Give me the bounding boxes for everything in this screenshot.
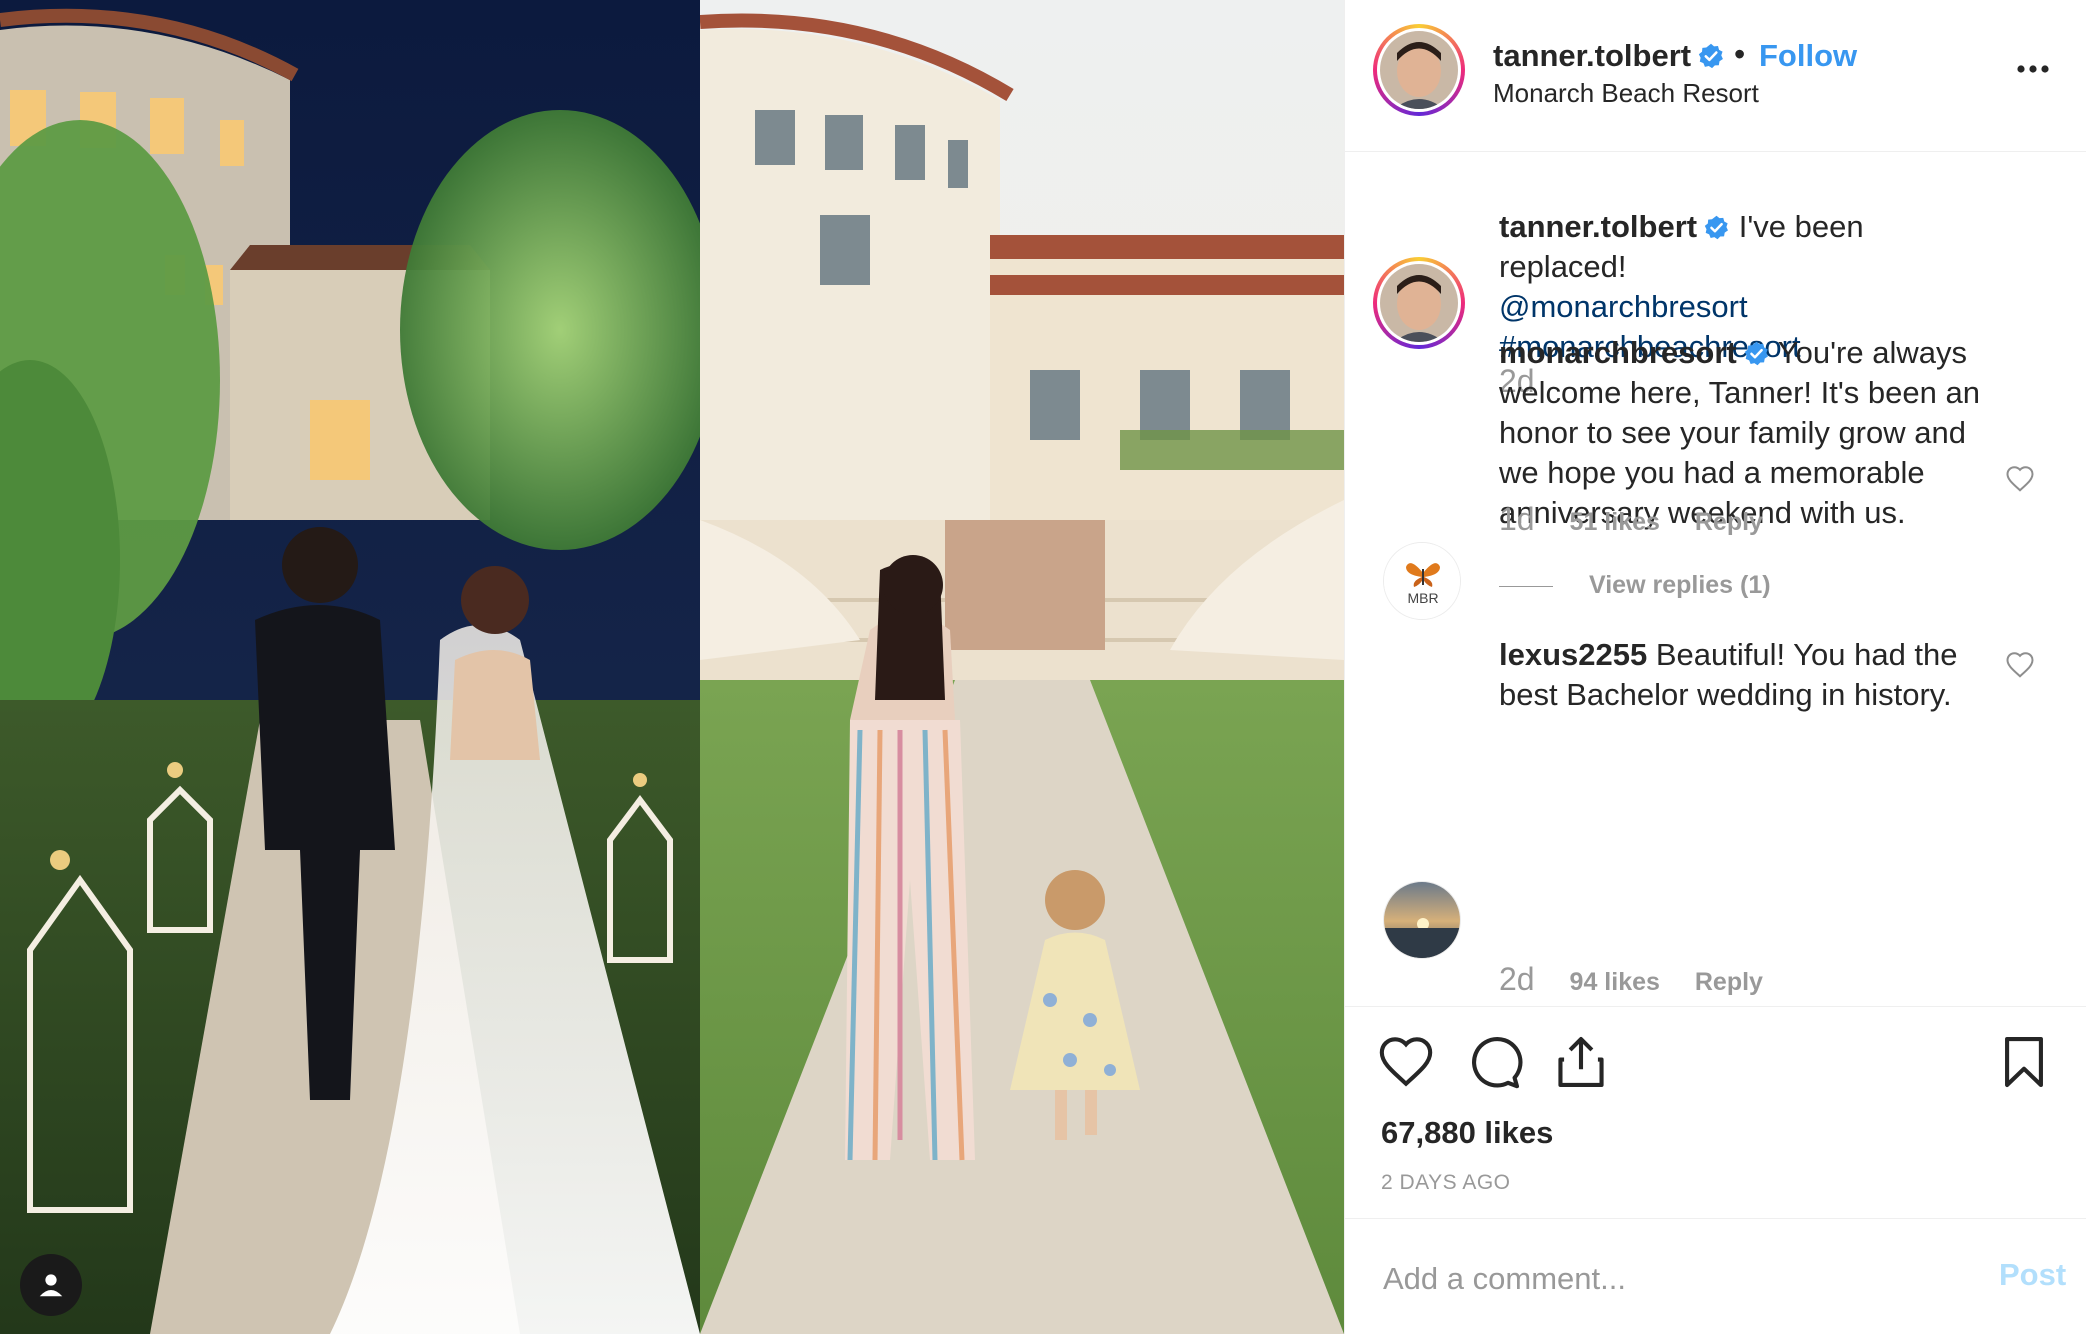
comment-username[interactable]: lexus2255 bbox=[1499, 637, 1647, 672]
bookmark-icon[interactable] bbox=[1995, 1033, 2053, 1091]
comments-section[interactable]: tanner.tolbert I've been replaced! @mona… bbox=[1345, 153, 2086, 1005]
header-separator: • bbox=[1734, 36, 1746, 72]
post-media[interactable] bbox=[0, 0, 1344, 1334]
post-location[interactable]: Monarch Beach Resort bbox=[1493, 78, 1759, 109]
comment-username[interactable]: monarchbresort bbox=[1499, 335, 1737, 370]
comment-avatar-mbr-text: MBR bbox=[1407, 590, 1438, 606]
caption-avatar[interactable] bbox=[1373, 257, 1465, 349]
comment-reply-button[interactable]: Reply bbox=[1695, 968, 1763, 996]
share-icon[interactable] bbox=[1552, 1033, 1610, 1091]
user-tag-icon bbox=[39, 1274, 63, 1297]
photo-mother-daughter bbox=[700, 0, 1344, 1334]
author-username-text[interactable]: tanner.tolbert bbox=[1493, 38, 1691, 73]
view-replies-line bbox=[1499, 585, 1553, 587]
post-actions: 67,880 likes 2 DAYS AGO bbox=[1345, 1006, 2086, 1218]
more-options-icon[interactable] bbox=[2013, 54, 2053, 84]
verified-badge-icon bbox=[1704, 215, 1729, 240]
comment-time[interactable]: 2d bbox=[1499, 961, 1535, 997]
comment-icon[interactable] bbox=[1465, 1033, 1523, 1091]
comment-reply-button[interactable]: Reply bbox=[1695, 508, 1763, 536]
caption-mention[interactable]: @monarchbresort bbox=[1499, 289, 1748, 324]
comment-like-heart-icon[interactable] bbox=[2005, 650, 2035, 680]
view-replies-button[interactable]: View replies (1) bbox=[1499, 571, 1771, 600]
comment-like-heart-icon[interactable] bbox=[2005, 464, 2035, 494]
comment-time[interactable]: 1d bbox=[1499, 501, 1535, 537]
comment-meta: 2d 94 likes Reply bbox=[1499, 961, 1791, 998]
post-timestamp: 2 DAYS AGO bbox=[1381, 1171, 1511, 1194]
author-username[interactable]: tanner.tolbert bbox=[1493, 38, 1725, 74]
photo-wedding-night bbox=[0, 0, 700, 1334]
comment-avatar-monarchbresort[interactable]: MBR bbox=[1383, 542, 1461, 620]
comment-likes[interactable]: 94 likes bbox=[1570, 968, 1660, 996]
comment-meta: 1d 51 likes Reply bbox=[1499, 501, 1791, 538]
post-comment-button[interactable]: Post bbox=[1999, 1257, 2066, 1293]
verified-badge-icon bbox=[1744, 341, 1768, 366]
view-replies-label[interactable]: View replies (1) bbox=[1589, 571, 1771, 599]
post-likes-count[interactable]: 67,880 likes bbox=[1381, 1115, 1553, 1151]
user-tag-button[interactable] bbox=[20, 1254, 82, 1316]
comment-form: Post bbox=[1345, 1218, 2086, 1334]
post-side-panel: tanner.tolbert • Follow Monarch Beach Re… bbox=[1344, 0, 2086, 1334]
comment-lexus2255: lexus2255 Beautiful! You had the best Ba… bbox=[1499, 635, 1999, 715]
add-comment-input[interactable] bbox=[1381, 1255, 1965, 1303]
verified-badge-icon bbox=[1698, 43, 1723, 69]
comment-likes[interactable]: 51 likes bbox=[1570, 508, 1660, 536]
author-avatar[interactable] bbox=[1373, 24, 1465, 116]
caption-username[interactable]: tanner.tolbert bbox=[1499, 209, 1697, 244]
comment-avatar-lexus2255[interactable] bbox=[1383, 881, 1461, 959]
post-header: tanner.tolbert • Follow Monarch Beach Re… bbox=[1345, 0, 2086, 152]
heart-icon[interactable] bbox=[1377, 1033, 1435, 1091]
follow-button[interactable]: Follow bbox=[1759, 38, 1857, 74]
